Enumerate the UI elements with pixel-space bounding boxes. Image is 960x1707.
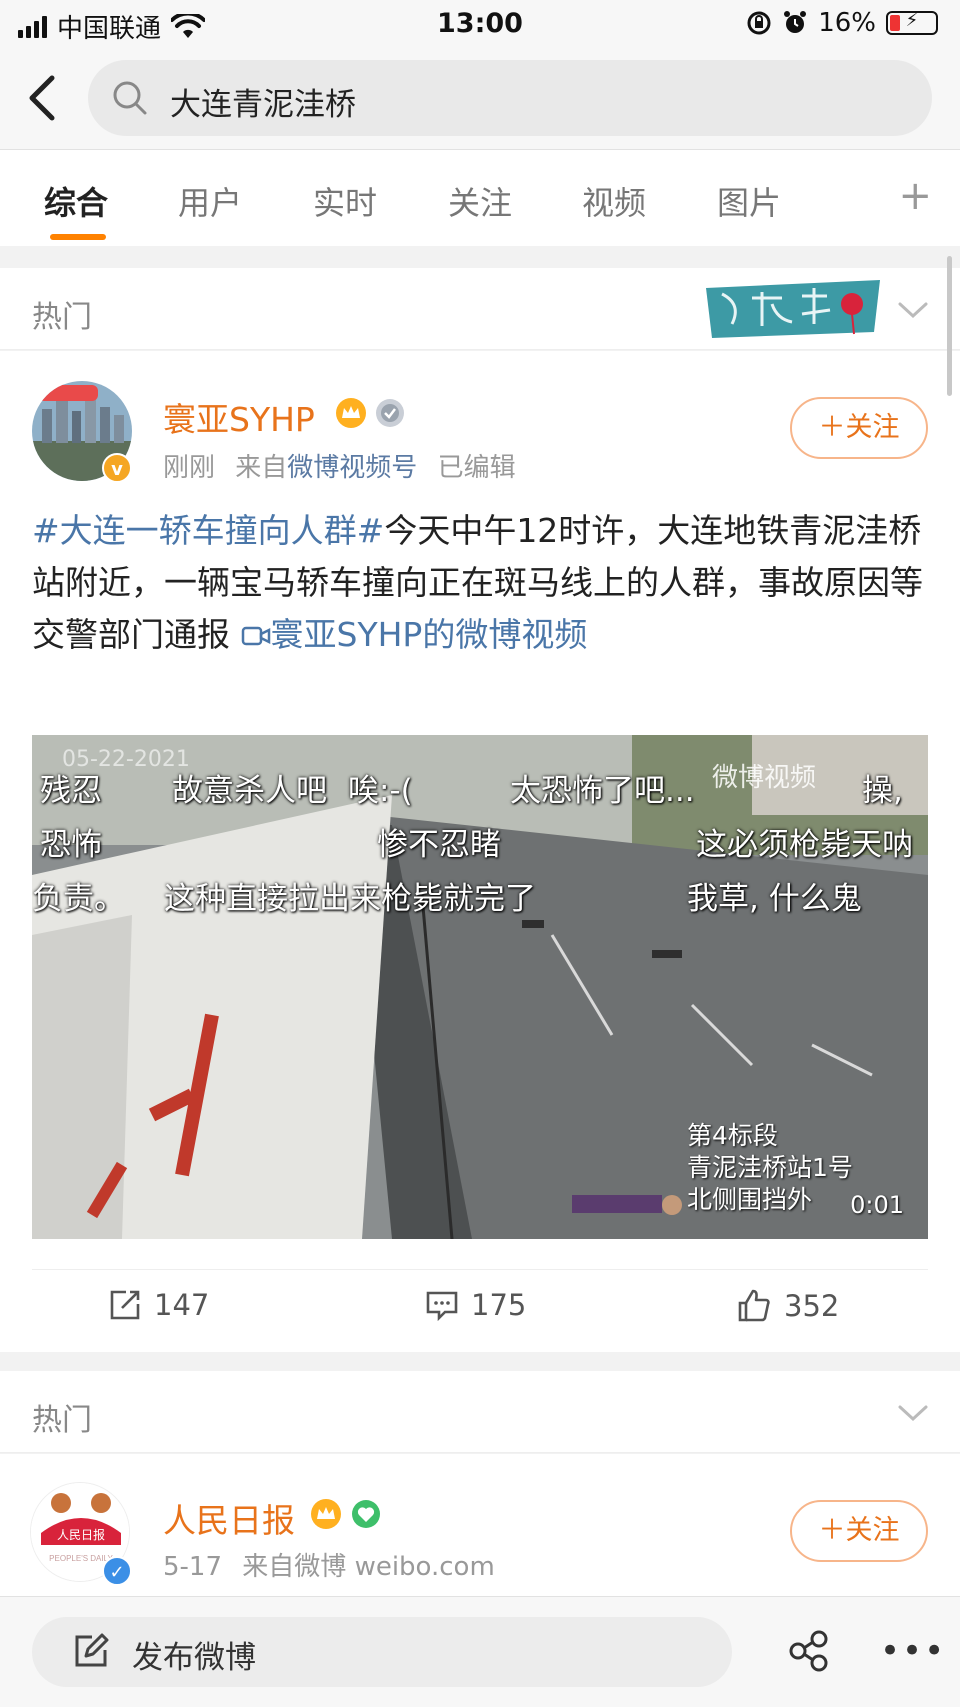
tab-comprehensive[interactable]: 综合 bbox=[44, 178, 108, 224]
danmaku-comment: 这必须枪毙天呐 bbox=[696, 827, 913, 863]
back-arrow-icon[interactable] bbox=[22, 70, 62, 126]
vip-crown-icon bbox=[311, 1499, 341, 1529]
battery-icon: ⚡ bbox=[886, 10, 938, 35]
danmaku-comment: 唉:-( bbox=[348, 773, 413, 809]
tab-realtime[interactable]: 实时 bbox=[313, 178, 377, 224]
post-username[interactable]: 人民日报 bbox=[163, 1494, 295, 1542]
video-player[interactable]: 05-22-2021 微博视频 残忍 故意杀人吧 唉:-( 太恐怖了吧... 操… bbox=[32, 735, 928, 1239]
search-tabs: 综合 用户 实时 关注 视频 图片 + bbox=[0, 150, 960, 246]
repost-icon bbox=[110, 1290, 140, 1320]
alarm-icon bbox=[784, 11, 807, 33]
repost-button[interactable]: 147 bbox=[108, 1288, 209, 1322]
video-caption-line: 北侧围挡外 bbox=[687, 1185, 813, 1214]
search-query: 大连青泥洼桥 bbox=[170, 87, 356, 123]
repost-count: 147 bbox=[154, 1288, 210, 1322]
danmaku-comment: 太恐怖了吧... bbox=[510, 773, 695, 809]
video-caption-line: 第4标段 bbox=[687, 1121, 778, 1150]
video-caption-line: 青泥洼桥站1号 bbox=[687, 1153, 853, 1182]
section-title: 热门 bbox=[32, 300, 92, 335]
chevron-down-icon[interactable] bbox=[896, 294, 930, 324]
comment-icon bbox=[426, 1291, 458, 1322]
tab-following[interactable]: 关注 bbox=[448, 178, 512, 224]
tab-users[interactable]: 用户 bbox=[178, 178, 242, 224]
section-title: 热门 bbox=[32, 1403, 92, 1438]
post-username[interactable]: 寰亚SYHP bbox=[163, 393, 315, 441]
post-source-link[interactable]: 微博视频号 bbox=[287, 453, 417, 483]
post-meta: 刚刚 来自微博视频号 已编辑 bbox=[163, 447, 516, 484]
danmaku-comment: 我草, 什么鬼 bbox=[687, 881, 862, 917]
post-edited-label: 已编辑 bbox=[437, 453, 516, 483]
add-tab-button[interactable]: + bbox=[898, 176, 932, 216]
heart-badge-icon bbox=[352, 1500, 380, 1528]
compose-icon bbox=[75, 1633, 109, 1667]
orientation-lock-icon bbox=[747, 11, 771, 35]
active-tab-indicator bbox=[50, 234, 106, 240]
follow-button[interactable]: ＋关注 bbox=[790, 1500, 928, 1562]
bottom-bar: 发布微博 ••• bbox=[0, 1596, 960, 1707]
like-button[interactable]: 352 bbox=[736, 1288, 839, 1324]
promo-banner-graphic[interactable] bbox=[702, 274, 886, 344]
weibo-post: 人民日报 PEOPLE'S DAILY ✓ 人民日报 5-17 来自微博 wei… bbox=[0, 1454, 960, 1596]
post-meta: 5-17 来自微博 weibo.com bbox=[163, 1546, 495, 1583]
search-input[interactable]: 大连青泥洼桥 bbox=[88, 60, 932, 136]
video-duration: 0:01 bbox=[850, 1191, 904, 1219]
danmaku-comment: 操, bbox=[862, 773, 903, 809]
post-source: weibo.com bbox=[354, 1552, 495, 1582]
video-link-label: 寰亚SYHP的微博视频 bbox=[270, 615, 588, 654]
status-right: 16% ⚡ bbox=[746, 8, 938, 38]
danmaku-comment: 恐怖 bbox=[40, 827, 102, 863]
follow-button[interactable]: ＋关注 bbox=[790, 397, 928, 459]
compose-button[interactable]: 发布微博 bbox=[32, 1617, 732, 1687]
comment-button[interactable]: 175 bbox=[425, 1288, 526, 1322]
post-time: 刚刚 bbox=[163, 453, 216, 483]
share-icon[interactable] bbox=[786, 1629, 830, 1673]
hashtag-link[interactable]: #大连一轿车撞向人群# bbox=[32, 511, 384, 550]
danmaku-comment: 惨不忍睹 bbox=[377, 827, 501, 863]
battery-percent: 16% bbox=[818, 8, 876, 38]
search-icon bbox=[113, 81, 147, 115]
medal-icon bbox=[376, 399, 404, 427]
like-count: 352 bbox=[784, 1289, 840, 1323]
danmaku-comment: 负责。 bbox=[32, 881, 125, 917]
compose-label: 发布微博 bbox=[132, 1640, 256, 1676]
tab-images[interactable]: 图片 bbox=[717, 178, 781, 224]
more-options-button[interactable]: ••• bbox=[880, 1631, 946, 1671]
danmaku-comment: 残忍 bbox=[40, 773, 102, 809]
danmaku-comment: 这种直接拉出来枪毙就完了 bbox=[164, 881, 536, 917]
verified-badge-icon: v bbox=[102, 453, 132, 483]
search-header: 大连青泥洼桥 bbox=[0, 48, 960, 150]
post-time: 5-17 bbox=[163, 1552, 223, 1582]
scrollbar[interactable] bbox=[947, 256, 952, 396]
post-actions: 147 175 352 bbox=[32, 1269, 928, 1349]
status-bar: 中国联通 13:00 16% ⚡ bbox=[0, 0, 960, 48]
tab-videos[interactable]: 视频 bbox=[582, 178, 646, 224]
chevron-down-icon[interactable] bbox=[896, 1397, 930, 1427]
video-caption: 第4标段 青泥洼桥站1号 北侧围挡外 bbox=[687, 1120, 853, 1216]
vip-crown-icon bbox=[336, 398, 366, 428]
hot-section-header: 热门 bbox=[0, 1371, 960, 1453]
danmaku-comment: 故意杀人吧 bbox=[172, 773, 327, 809]
hot-section-header: 热门 bbox=[0, 268, 960, 350]
weibo-post: v 寰亚SYHP 刚刚 来自微博视频号 已编辑 ＋关注 #大连一轿车撞向人群#今… bbox=[0, 351, 960, 1352]
video-watermark: 微博视频 bbox=[712, 763, 817, 793]
verified-badge-icon: ✓ bbox=[102, 1556, 132, 1586]
thumbs-up-icon bbox=[738, 1289, 770, 1322]
post-from-prefix: 来自微博 bbox=[242, 1552, 347, 1582]
post-from-prefix: 来自 bbox=[235, 453, 288, 483]
comment-count: 175 bbox=[471, 1288, 527, 1322]
post-body: #大连一轿车撞向人群#今天中午12时许，大连地铁青泥洼桥站附近，一辆宝马轿车撞向… bbox=[32, 505, 932, 661]
avatar-logo-text: 人民日报 bbox=[57, 1527, 105, 1542]
video-link[interactable]: 寰亚SYHP的微博视频 bbox=[241, 615, 588, 654]
video-link-icon bbox=[241, 626, 270, 646]
